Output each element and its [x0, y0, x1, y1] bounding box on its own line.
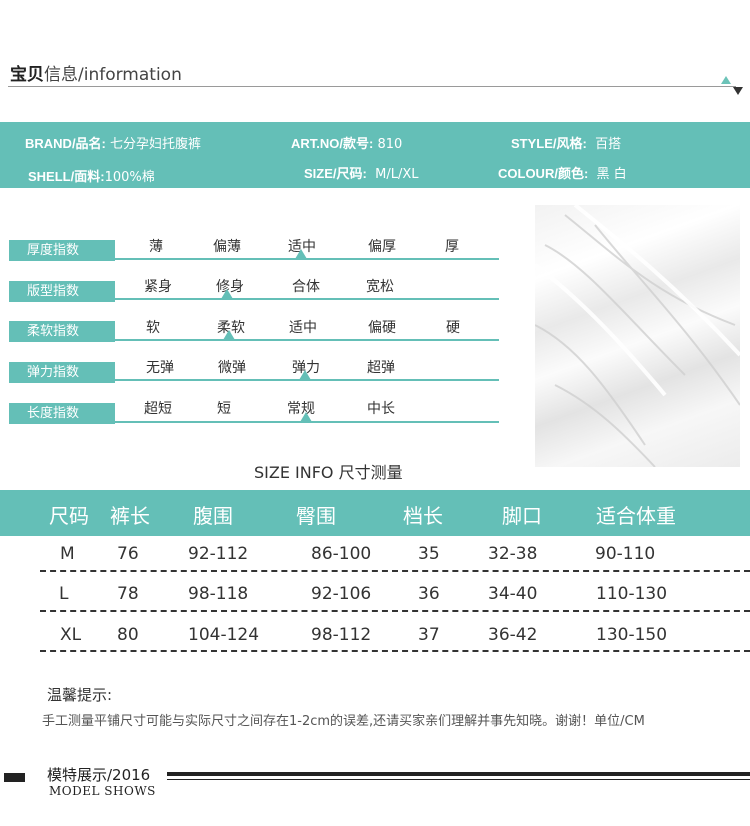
index-label: 长度指数	[9, 403, 115, 424]
footer-block	[4, 773, 25, 782]
art-value: 810	[377, 137, 403, 152]
header-hip: 臀围	[296, 504, 336, 528]
index-label: 版型指数	[9, 281, 115, 302]
triangle-up-icon	[721, 76, 731, 84]
model-show-title: 模特展示/2016	[47, 766, 151, 784]
header-rise: 档长	[403, 504, 443, 528]
section-title-rest: 信息/information	[44, 65, 182, 85]
index-line	[113, 339, 499, 341]
index-option: 厚	[445, 239, 459, 255]
table-cell: 92-112	[188, 544, 249, 564]
index-option: 偏硬	[368, 320, 396, 336]
selection-marker-icon	[295, 249, 307, 259]
index-option: 适中	[289, 320, 317, 336]
table-cell: 76	[117, 544, 139, 564]
table-cell: L	[59, 584, 69, 604]
shell-field: SHELL/面料:100%棉	[28, 166, 155, 185]
art-field: ART.NO/款号: 810	[291, 133, 402, 152]
colour-value: 黑 白	[596, 167, 627, 182]
index-option: 短	[217, 401, 231, 417]
table-cell: 37	[418, 625, 440, 645]
header-hem: 脚口	[502, 504, 542, 528]
table-cell: 36	[418, 584, 440, 604]
table-cell: M	[60, 544, 75, 564]
index-line	[113, 298, 499, 300]
table-cell: 92-106	[311, 584, 372, 604]
tip-title: 温馨提示:	[47, 686, 113, 704]
index-option: 紧身	[144, 279, 172, 295]
index-option: 偏厚	[368, 239, 396, 255]
colour-field: COLOUR/颜色: 黑 白	[498, 163, 627, 182]
size-label: SIZE/尺码:	[304, 166, 367, 181]
table-cell: 78	[117, 584, 139, 604]
index-option: 中长	[367, 401, 395, 417]
index-label: 厚度指数	[9, 240, 115, 261]
index-label: 弹力指数	[9, 362, 115, 383]
table-cell: 34-40	[488, 584, 538, 604]
size-field: SIZE/尺码: M/L/XL	[304, 163, 418, 182]
style-field: STYLE/风格: 百搭	[511, 133, 621, 152]
size-info-title: SIZE INFO 尺寸测量	[254, 463, 403, 482]
index-option: 偏薄	[213, 239, 241, 255]
index-option: 无弹	[146, 360, 174, 376]
brand-value: 七分孕妇托腹裤	[110, 137, 202, 152]
style-value: 百搭	[595, 137, 622, 152]
index-option: 合体	[292, 279, 320, 295]
header-length: 裤长	[110, 504, 150, 528]
selection-marker-icon	[299, 370, 311, 380]
selection-marker-icon	[221, 289, 233, 299]
table-cell: 32-38	[488, 544, 538, 564]
table-cell: 35	[418, 544, 440, 564]
row-divider	[40, 570, 750, 572]
footer-rule-thin	[167, 779, 750, 780]
header-divider	[8, 86, 736, 87]
shell-label: SHELL/面料:	[28, 169, 105, 184]
style-label: STYLE/风格:	[511, 136, 587, 151]
row-divider	[40, 650, 750, 652]
fabric-texture	[535, 205, 740, 467]
brand-label: BRAND/品名:	[25, 136, 106, 151]
table-cell: 98-112	[311, 625, 372, 645]
index-option: 微弹	[218, 360, 246, 376]
table-cell: 130-150	[596, 625, 668, 645]
shell-value: 100%棉	[104, 170, 155, 185]
fabric-photo	[535, 205, 740, 467]
header-waist: 腹围	[193, 504, 233, 528]
table-cell: 110-130	[596, 584, 668, 604]
table-cell: 36-42	[488, 625, 538, 645]
row-divider	[40, 610, 750, 612]
index-option: 软	[146, 320, 160, 336]
table-cell: 90-110	[595, 544, 656, 564]
selection-marker-icon	[223, 330, 235, 340]
section-title: 宝贝信息/information	[10, 60, 182, 85]
triangle-down-icon	[733, 87, 743, 95]
index-option: 硬	[446, 320, 460, 336]
index-option: 超短	[144, 401, 172, 417]
tip-text: 手工测量平铺尺寸可能与实际尺寸之间存在1-2cm的误差,还请买家亲们理解并事先知…	[42, 714, 645, 729]
table-cell: 86-100	[311, 544, 372, 564]
brand-field: BRAND/品名: 七分孕妇托腹裤	[25, 133, 201, 152]
art-label: ART.NO/款号:	[291, 136, 374, 151]
size-value: M/L/XL	[375, 167, 419, 182]
info-band: BRAND/品名: 七分孕妇托腹裤 SHELL/面料:100%棉 ART.NO/…	[0, 122, 750, 188]
section-title-bold: 宝贝	[10, 65, 44, 85]
index-option: 宽松	[366, 279, 394, 295]
table-cell: 98-118	[188, 584, 249, 604]
selection-marker-icon	[300, 412, 312, 422]
table-cell: 80	[117, 625, 139, 645]
colour-label: COLOUR/颜色:	[498, 166, 589, 181]
model-show-subtitle: MODEL SHOWS	[49, 784, 156, 798]
index-label: 柔软指数	[9, 321, 115, 342]
header-size: 尺码	[49, 504, 89, 528]
header-weight: 适合体重	[596, 504, 676, 528]
table-cell: XL	[60, 625, 82, 645]
footer-rule	[167, 772, 750, 776]
index-option: 超弹	[367, 360, 395, 376]
index-option: 薄	[149, 239, 163, 255]
table-cell: 104-124	[188, 625, 260, 645]
